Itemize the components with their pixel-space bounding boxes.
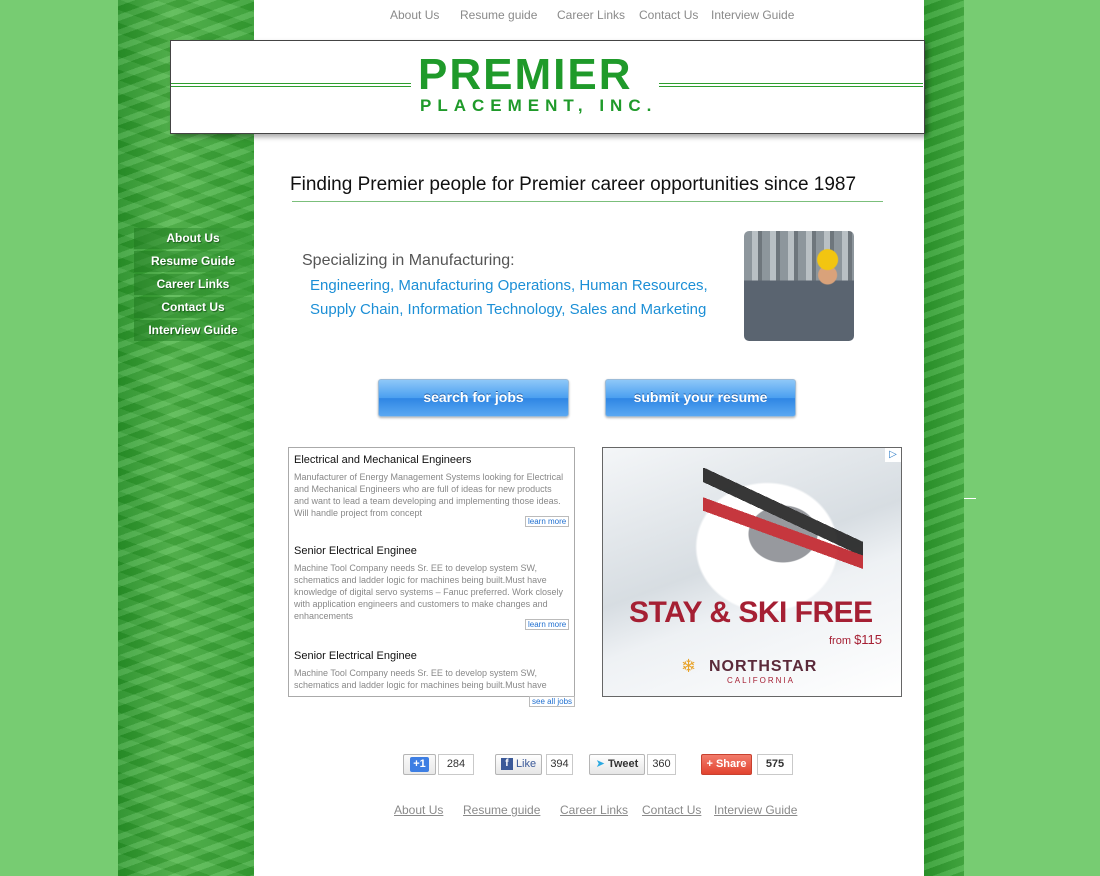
ad-price: from $115 [829,632,882,647]
logo-wordmark[interactable]: PREMIER [418,50,632,100]
ad-headline: STAY & SKI FREE [629,596,873,629]
share-button[interactable]: + Share [701,754,752,775]
snowflake-icon: ❄ [681,656,697,676]
specialties-heading: Specializing in Manufacturing: [302,252,515,269]
google-plus-count: 284 [438,754,474,775]
side-nav-interview-guide[interactable]: Interview Guide [134,320,252,341]
divider [964,498,976,499]
job-description: Machine Tool Company needs Sr. EE to dev… [294,563,563,621]
search-jobs-button[interactable]: search for jobs [378,379,569,417]
top-nav-contact-us[interactable]: Contact Us [639,8,698,22]
facebook-icon: f [500,758,513,771]
google-plus-icon: +1 [410,757,429,772]
job-title[interactable]: Senior Electrical Enginee [294,650,568,662]
bottom-nav-contact-us[interactable]: Contact Us [642,803,701,817]
ad-brand-subtitle: CALIFORNIA [727,676,796,685]
bottom-nav-about-us[interactable]: About Us [394,803,443,817]
learn-more-link[interactable]: learn more [525,516,570,527]
twitter-bird-icon: ➤ [595,758,605,770]
tweet-label: Tweet [607,758,639,770]
see-all-jobs-link[interactable]: see all jobs [529,696,576,707]
job-listing[interactable]: Electrical and Mechanical Engineers Manu… [294,454,568,519]
specialties-line-2: Supply Chain, Information Technology, Sa… [310,301,707,318]
job-title[interactable]: Electrical and Mechanical Engineers [294,454,568,466]
side-nav-resume-guide[interactable]: Resume Guide [134,251,252,272]
job-listings-widget: Electrical and Mechanical Engineers Manu… [288,447,575,697]
ad-price-prefix: from [829,635,855,647]
submit-resume-button[interactable]: submit your resume [605,379,796,417]
job-listing[interactable]: Senior Electrical Enginee Machine Tool C… [294,650,568,691]
google-plus-button[interactable]: +1 [403,754,436,775]
share-label: Share [715,758,747,770]
tweet-button[interactable]: ➤ Tweet [589,754,645,775]
adchoices-icon[interactable]: ▷ [885,448,901,462]
tweet-count: 360 [647,754,676,775]
specialties-line-1: Engineering, Manufacturing Operations, H… [310,277,708,294]
share-count: 575 [757,754,793,775]
top-nav-interview-guide[interactable]: Interview Guide [711,8,794,22]
job-description: Manufacturer of Energy Management System… [294,472,564,518]
advertisement-banner[interactable]: ▷ STAY & SKI FREE from $115 ❄ NORTHSTAR … [602,447,902,697]
top-nav-resume-guide[interactable]: Resume guide [460,8,537,22]
tagline-divider [292,201,883,202]
ad-brand: NORTHSTAR [709,658,818,675]
worker-photo [744,231,854,341]
ad-skier-image [703,468,863,578]
job-title[interactable]: Senior Electrical Enginee [294,545,568,557]
bottom-nav-interview-guide[interactable]: Interview Guide [714,803,797,817]
learn-more-link[interactable]: learn more [525,619,570,630]
share-plus-icon: + [706,758,713,770]
top-nav-about-us[interactable]: About Us [390,8,439,22]
page-tagline: Finding Premier people for Premier caree… [290,174,857,195]
bottom-nav-career-links[interactable]: Career Links [560,803,628,817]
right-decorative-strip [924,0,964,876]
job-listing[interactable]: Senior Electrical Enginee Machine Tool C… [294,545,568,622]
logo-rule-right [659,83,923,87]
facebook-like-button[interactable]: f Like [495,754,542,775]
side-nav-career-links[interactable]: Career Links [134,274,252,295]
logo-subtitle: PLACEMENT, INC. [420,96,658,115]
top-nav-career-links[interactable]: Career Links [557,8,625,22]
side-nav-about-us[interactable]: About Us [134,228,252,249]
ad-price-value: $115 [854,632,883,647]
logo-rule-left [171,83,411,87]
job-description: Machine Tool Company needs Sr. EE to dev… [294,668,547,690]
side-nav-contact-us[interactable]: Contact Us [134,297,252,318]
facebook-like-count: 394 [546,754,573,775]
bottom-nav-resume-guide[interactable]: Resume guide [463,803,540,817]
facebook-like-label: Like [515,758,537,770]
